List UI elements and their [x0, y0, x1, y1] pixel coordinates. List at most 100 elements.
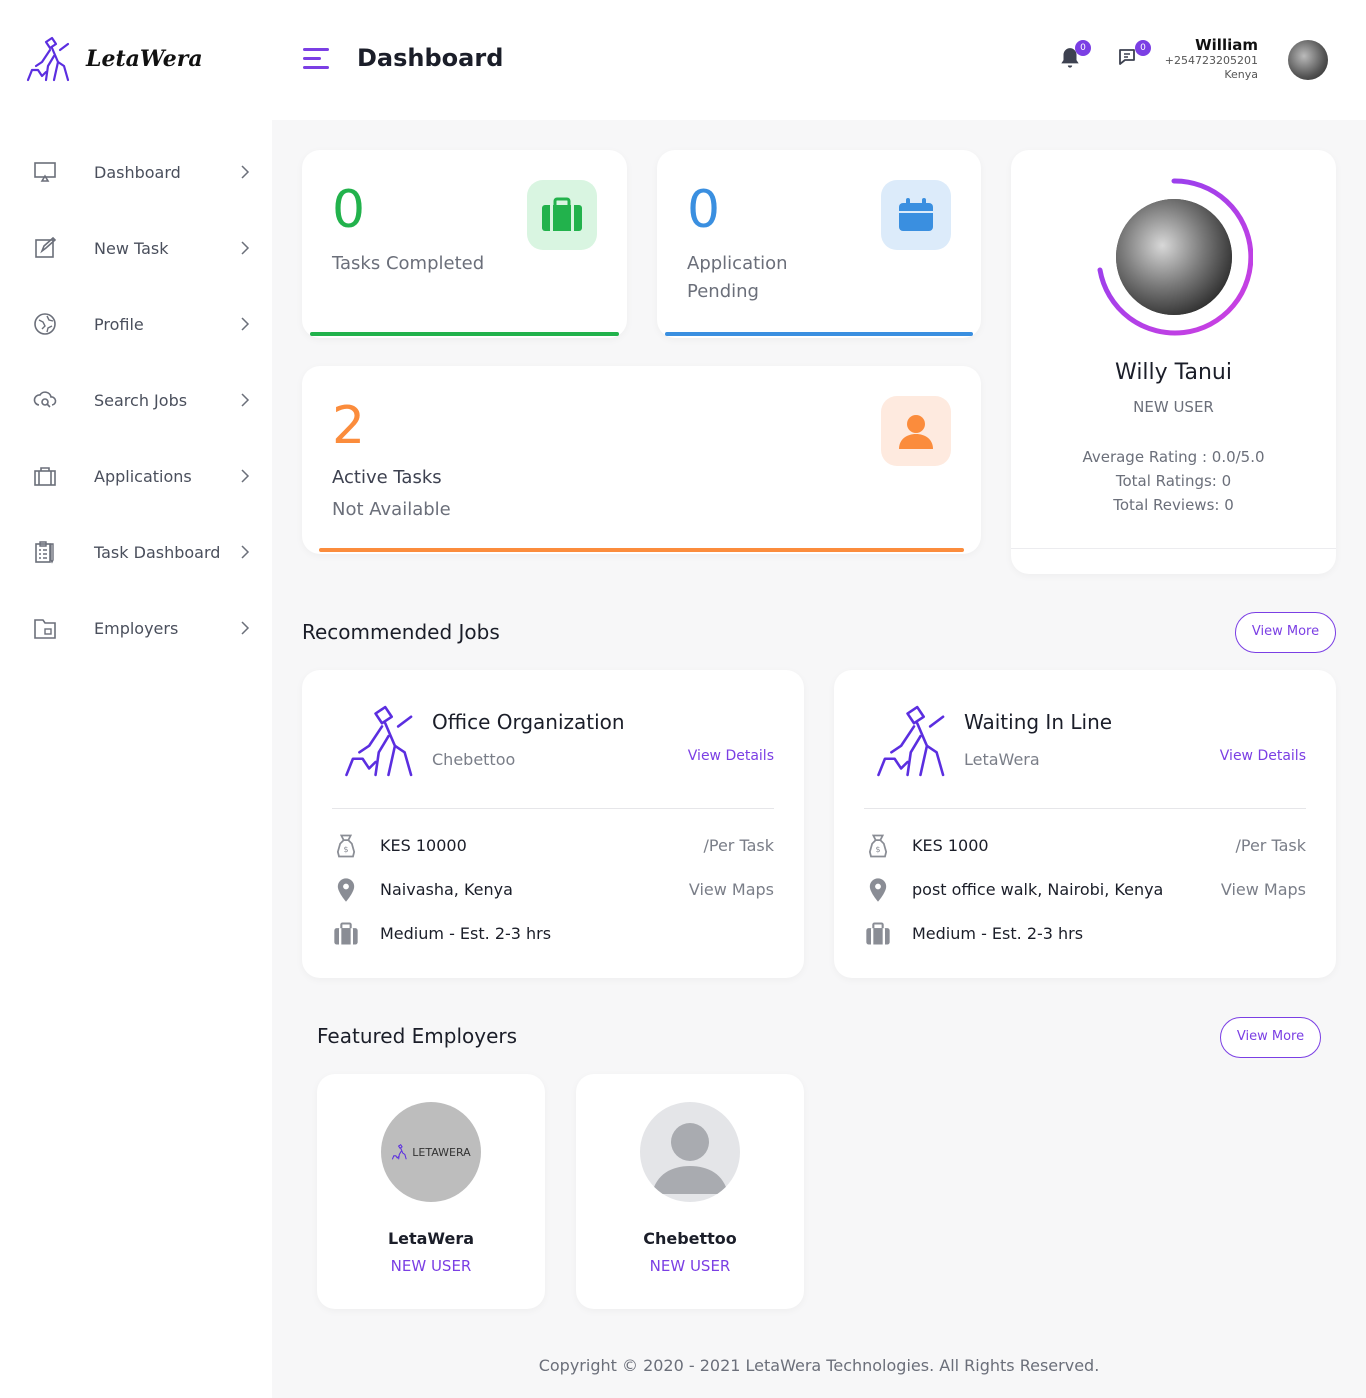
worker-logo-icon — [392, 1144, 408, 1160]
progress-bar — [310, 332, 619, 336]
employer-card[interactable]: Chebettoo NEW USER — [576, 1074, 804, 1309]
sidebar-item-profile[interactable]: Profile — [0, 300, 272, 348]
sidebar-item-search-jobs[interactable]: Search Jobs — [0, 376, 272, 424]
footer-copyright: Copyright © 2020 - 2021 LetaWera Technol… — [538, 1356, 1100, 1375]
view-maps-link[interactable]: View Maps — [1221, 880, 1306, 899]
job-pay-unit: /Per Task — [703, 836, 774, 855]
sidebar-item-applications[interactable]: Applications — [0, 452, 272, 500]
sidebar: Dashboard New Task Profile Search Jobs A… — [0, 120, 272, 1398]
location-pin-icon — [337, 878, 355, 902]
view-more-employers-button[interactable]: View More — [1220, 1017, 1321, 1058]
recommended-jobs-title: Recommended Jobs — [302, 620, 500, 644]
globe-icon — [34, 313, 56, 335]
chevron-right-icon — [241, 393, 250, 407]
briefcase-icon — [34, 467, 56, 486]
briefcase-icon — [866, 922, 890, 945]
brand-name: LetaWera — [86, 46, 203, 72]
user-country: Kenya — [1224, 68, 1258, 81]
job-pay: KES 1000 — [912, 836, 989, 855]
profile-total-ratings: Total Ratings: 0 — [1115, 472, 1232, 490]
worker-logo-icon — [26, 36, 70, 82]
view-maps-link[interactable]: View Maps — [689, 880, 774, 899]
menu-toggle-icon[interactable] — [303, 48, 329, 70]
divider — [864, 808, 1306, 809]
user-name: William — [1195, 36, 1258, 54]
monitor-icon — [34, 162, 56, 182]
job-location: post office walk, Nairobi, Kenya — [912, 880, 1164, 899]
sidebar-item-new-task[interactable]: New Task — [0, 224, 272, 272]
user-info[interactable]: William +254723205201 Kenya — [1165, 36, 1258, 82]
sidebar-item-label: Dashboard — [94, 162, 181, 182]
stat-label: Active Tasks — [332, 467, 442, 488]
profile-average-rating: Average Rating : 0.0/5.0 — [1082, 448, 1265, 466]
view-details-link[interactable]: View Details — [688, 748, 774, 764]
view-details-link[interactable]: View Details — [1220, 748, 1306, 764]
brand-logo[interactable]: LetaWera — [24, 36, 203, 82]
clipboard-icon — [35, 541, 54, 564]
sidebar-item-employers[interactable]: Employers — [0, 604, 272, 652]
worker-logo-icon — [877, 705, 945, 777]
job-company: Chebettoo — [432, 750, 516, 769]
svg-text:$: $ — [343, 844, 348, 854]
sidebar-item-label: Search Jobs — [94, 390, 188, 410]
chevron-right-icon — [241, 545, 250, 559]
messages-badge: 0 — [1135, 40, 1151, 56]
money-bag-icon: $ — [336, 834, 356, 858]
calendar-icon — [881, 180, 951, 250]
user-avatar[interactable] — [1288, 40, 1328, 80]
progress-bar — [665, 332, 973, 336]
job-location: Naivasha, Kenya — [380, 880, 513, 899]
worker-logo-icon — [345, 705, 413, 777]
notifications-badge: 0 — [1075, 40, 1091, 56]
profile-card: Willy Tanui NEW USER Average Rating : 0.… — [1011, 150, 1336, 574]
default-avatar-icon — [640, 1102, 740, 1202]
sidebar-item-label: New Task — [94, 238, 169, 258]
sidebar-item-label: Task Dashboard — [94, 542, 221, 562]
stat-card-tasks-completed[interactable]: 0 Tasks Completed — [302, 150, 627, 338]
employer-role: NEW USER — [390, 1257, 472, 1275]
job-pay: KES 10000 — [380, 836, 467, 855]
chevron-right-icon — [241, 165, 250, 179]
job-card[interactable]: Waiting In Line LetaWera View Details $ … — [834, 670, 1336, 978]
user-icon — [881, 396, 951, 466]
view-more-jobs-button[interactable]: View More — [1235, 612, 1336, 653]
briefcase-icon — [527, 180, 597, 250]
employer-card[interactable]: LETAWERA LetaWera NEW USER — [317, 1074, 545, 1309]
user-phone: +254723205201 — [1164, 54, 1258, 67]
employer-role: NEW USER — [649, 1257, 731, 1275]
sidebar-item-label: Employers — [94, 618, 179, 638]
profile-name: Willy Tanui — [1115, 360, 1232, 385]
divider — [1011, 548, 1336, 549]
stat-label: Application Pending — [687, 253, 788, 302]
job-title: Waiting In Line — [964, 710, 1113, 734]
chevron-right-icon — [241, 317, 250, 331]
employer-logo-text: LETAWERA — [412, 1145, 471, 1159]
location-pin-icon — [869, 878, 887, 902]
search-cloud-icon — [33, 391, 57, 408]
employer-logo: LETAWERA — [381, 1102, 481, 1202]
chevron-right-icon — [241, 621, 250, 635]
job-pay-unit: /Per Task — [1235, 836, 1306, 855]
chevron-right-icon — [241, 469, 250, 483]
folder-icon — [34, 619, 56, 639]
stat-card-application-pending[interactable]: 0 Application Pending — [657, 150, 981, 338]
sidebar-item-dashboard[interactable]: Dashboard — [0, 148, 272, 196]
job-effort: Medium - Est. 2-3 hrs — [380, 924, 552, 943]
messages-chat-icon[interactable]: 0 — [1117, 40, 1151, 72]
stat-label: Tasks Completed — [332, 253, 485, 274]
job-card[interactable]: Office Organization Chebettoo View Detai… — [302, 670, 804, 978]
notifications-bell-icon[interactable]: 0 — [1057, 40, 1091, 72]
stat-card-active-tasks[interactable]: 2 Active Tasks Not Available — [302, 366, 981, 554]
sidebar-item-task-dashboard[interactable]: Task Dashboard — [0, 528, 272, 576]
top-header: LetaWera Dashboard 0 0 William +25472320… — [0, 0, 1366, 120]
sidebar-item-label: Applications — [94, 466, 192, 486]
employer-name: Chebettoo — [643, 1229, 737, 1248]
profile-total-reviews: Total Reviews: 0 — [1113, 496, 1234, 514]
job-company: LetaWera — [964, 750, 1040, 769]
stat-value: 0 — [687, 180, 721, 240]
main-content: 0 Tasks Completed 0 Application Pending … — [272, 120, 1366, 1398]
edit-icon — [35, 236, 57, 258]
profile-role: NEW USER — [1133, 398, 1214, 416]
stat-sublabel: Not Available — [332, 499, 451, 520]
sidebar-item-label: Profile — [94, 314, 144, 334]
